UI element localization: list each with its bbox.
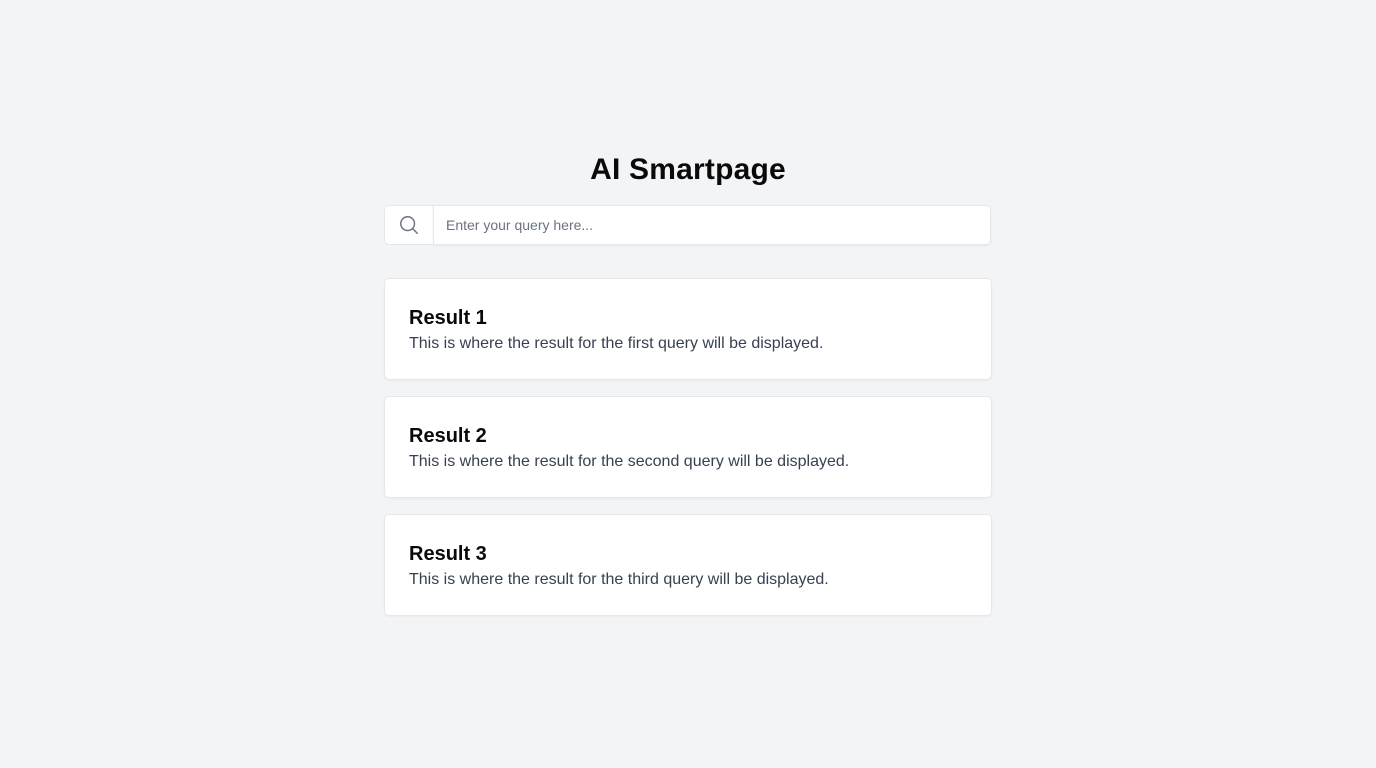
result-title: Result 3 [409,543,487,565]
result-title: Result 1 [409,307,487,329]
result-description: This is where the result for the third q… [409,571,829,588]
result-card-1[interactable]: Result 1 This is where the result for th… [384,278,992,380]
search-icon [400,216,418,234]
result-description: This is where the result for the second … [409,453,850,470]
main-container: AI Smartpage Result 1 This is where the … [384,150,992,632]
results-list: Result 1 This is where the result for th… [384,278,992,616]
result-title: Result 2 [409,425,487,447]
result-card-2[interactable]: Result 2 This is where the result for th… [384,396,992,498]
search-icon-button[interactable] [384,205,433,245]
result-description: This is where the result for the first q… [409,335,824,352]
search-bar [384,205,991,245]
page-title: AI Smartpage [590,153,786,186]
result-card-3[interactable]: Result 3 This is where the result for th… [384,514,992,616]
page: AI Smartpage Result 1 This is where the … [0,0,1376,768]
search-input[interactable] [433,205,991,245]
